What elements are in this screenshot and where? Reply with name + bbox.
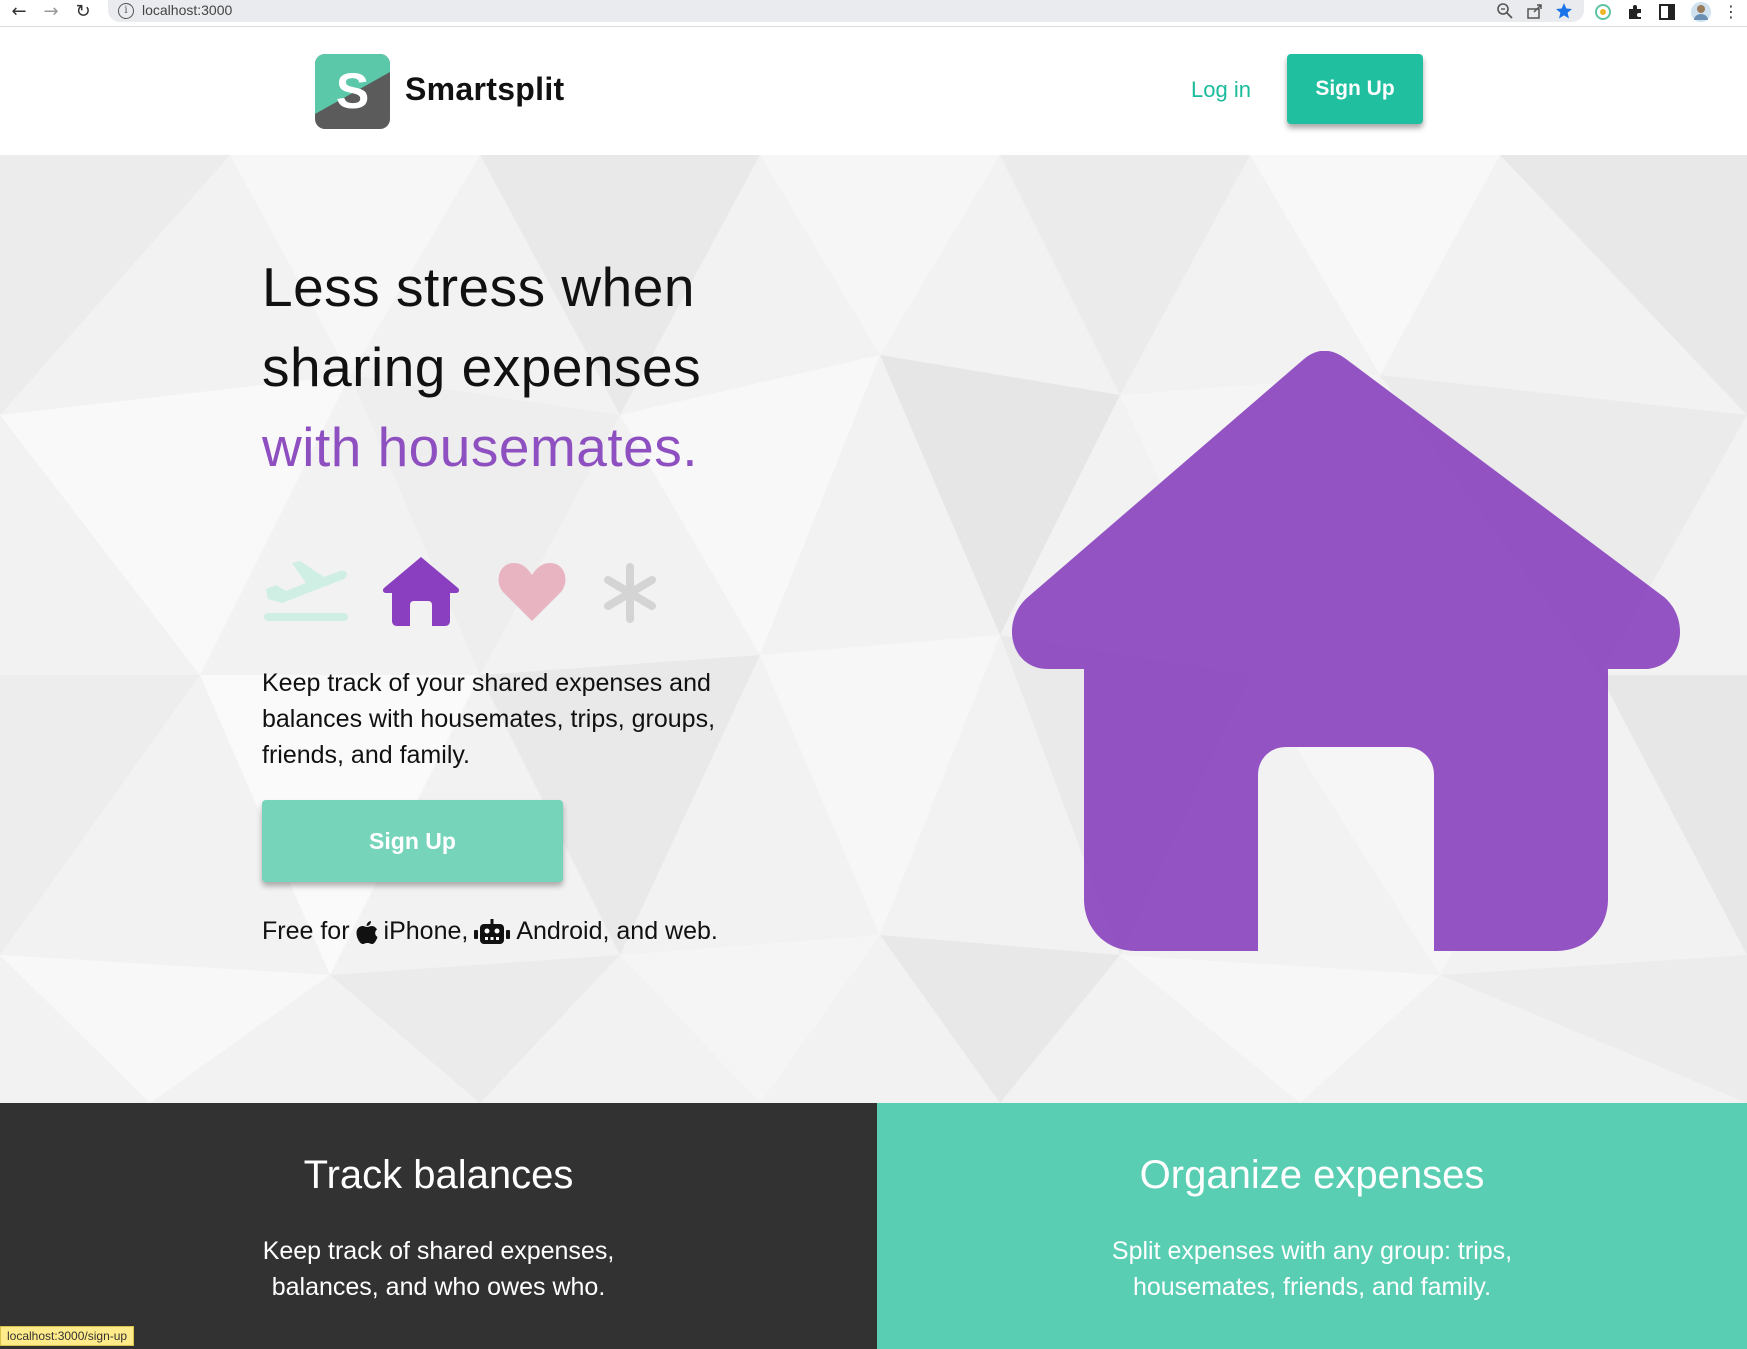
organize-expenses-text: Split expenses with any group: trips, ho… [877, 1233, 1747, 1305]
android-web-text: Android, and web. [516, 917, 718, 945]
smartsplit-logo[interactable]: S [315, 54, 390, 129]
category-icons [262, 555, 682, 635]
bookmark-star-icon[interactable] [1555, 2, 1573, 20]
headline-line-3: with housemates. [262, 416, 698, 478]
address-bar[interactable]: i localhost:3000 [108, 0, 1584, 22]
track-balances-line-2: balances, and who owes who. [271, 1273, 606, 1301]
organize-expenses-line-2: housemates, friends, and family. [1132, 1273, 1492, 1301]
iphone-text: iPhone, [383, 917, 469, 945]
house-icon [382, 557, 460, 626]
headline-line-2: sharing expenses [262, 336, 702, 398]
brand-name[interactable]: Smartsplit [405, 71, 564, 108]
organize-expenses-line-1: Split expenses with any group: trips, [1111, 1237, 1513, 1265]
track-balances-line-1: Keep track of shared expenses, [262, 1237, 615, 1265]
forward-arrow-icon[interactable]: → [40, 1, 62, 23]
login-link[interactable]: Log in [1191, 77, 1251, 103]
headline-line-1: Less stress when [262, 256, 695, 318]
zoom-icon[interactable] [1496, 2, 1514, 20]
link-status-bar: localhost:3000/sign-up [0, 1326, 135, 1346]
extension-icon[interactable] [1594, 3, 1612, 21]
hero-section: Less stress when sharing expenses with h… [0, 155, 1747, 1103]
header-signup-button[interactable]: Sign Up [1287, 54, 1423, 124]
track-balances-panel: Track balances Keep track of shared expe… [0, 1103, 877, 1349]
profile-avatar-icon[interactable] [1690, 1, 1712, 23]
plane-icon [264, 561, 348, 621]
logo-letter: S [336, 63, 369, 119]
menu-kebab-icon[interactable]: ⋮ [1720, 1, 1742, 23]
android-robot-icon [474, 918, 511, 944]
free-for-text: Free for [262, 917, 350, 945]
site-header: S Smartsplit Log in Sign Up [0, 27, 1747, 155]
share-icon[interactable] [1526, 2, 1544, 20]
hero-signup-button[interactable]: Sign Up [262, 800, 563, 882]
apple-icon [356, 920, 378, 944]
browser-toolbar: ← → ↻ i localhost:3000 ⋮ [0, 0, 1747, 27]
url-text: localhost:3000 [142, 2, 233, 18]
puzzle-icon[interactable] [1626, 3, 1644, 21]
track-balances-title: Track balances [303, 1153, 574, 1197]
asterisk-icon [604, 563, 656, 623]
organize-expenses-title: Organize expenses [1139, 1153, 1485, 1197]
platform-availability: Free for iPhone, Android, and web. [262, 917, 718, 946]
reload-icon[interactable]: ↻ [72, 1, 94, 23]
side-panel-icon[interactable] [1658, 3, 1676, 21]
track-balances-text: Keep track of shared expenses, balances,… [0, 1233, 877, 1305]
heart-icon [498, 563, 566, 621]
large-house-icon [1012, 351, 1680, 951]
site-info-icon[interactable]: i [118, 3, 134, 19]
organize-expenses-panel: Organize expenses Split expenses with an… [877, 1103, 1747, 1349]
back-arrow-icon[interactable]: ← [8, 1, 30, 23]
hero-description: Keep track of your shared expenses and b… [262, 669, 716, 769]
logo-mark-icon: S [315, 54, 390, 129]
